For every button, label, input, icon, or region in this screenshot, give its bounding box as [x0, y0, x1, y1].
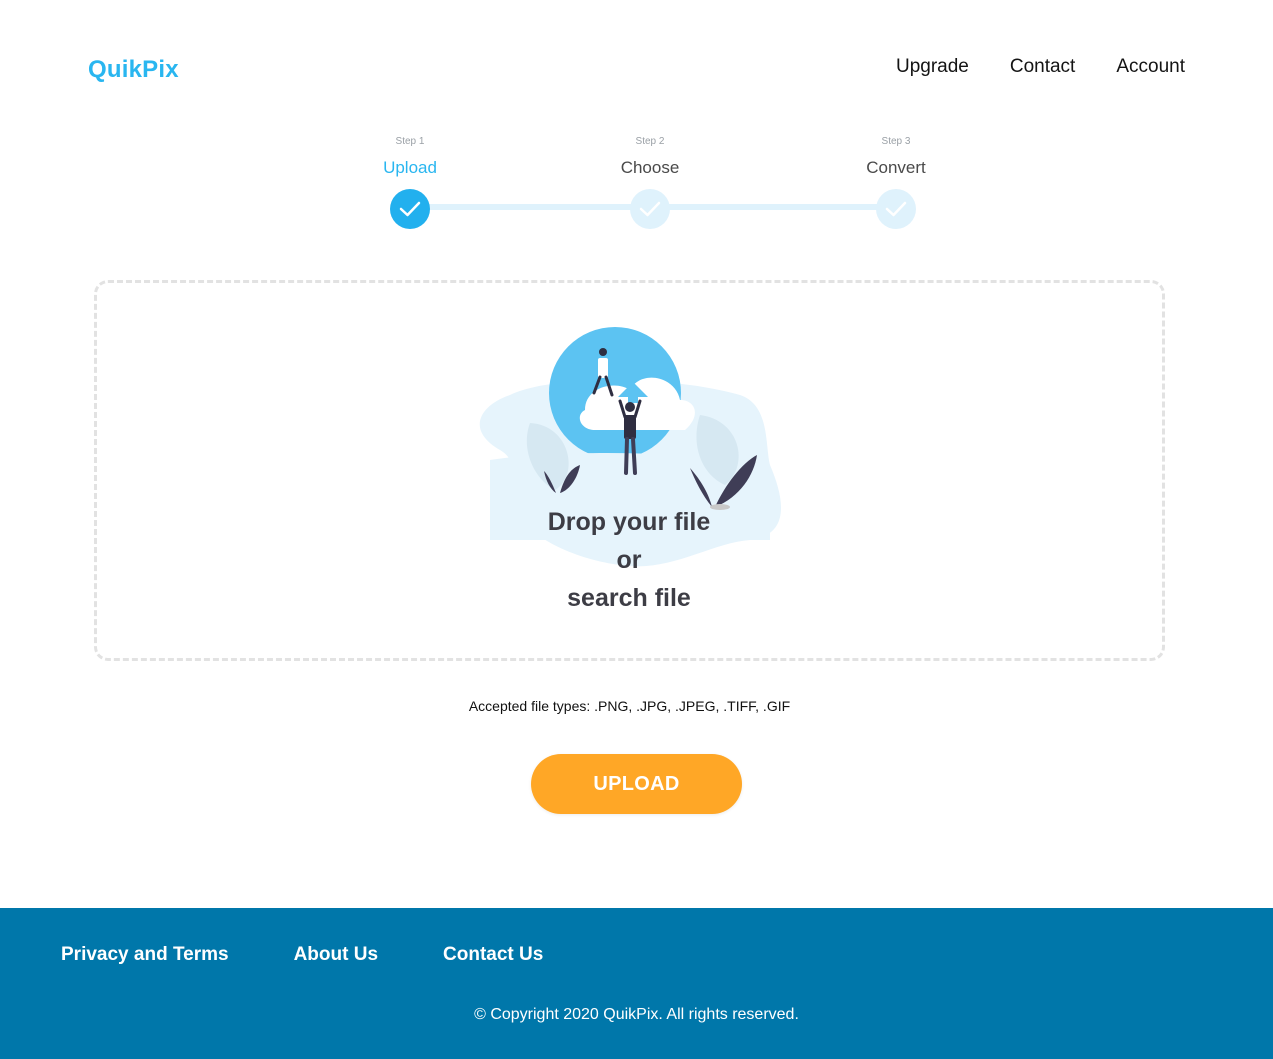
- drop-text-line: Drop your file: [547, 508, 711, 536]
- step-convert[interactable]: Step 3 Convert: [816, 136, 976, 229]
- step-title: Upload: [383, 158, 437, 177]
- nav-account-link[interactable]: Account: [1116, 56, 1185, 78]
- upload-button[interactable]: UPLOAD: [531, 754, 742, 814]
- check-icon: [885, 201, 907, 217]
- logo[interactable]: QuikPix: [88, 56, 179, 84]
- footer-about-link[interactable]: About Us: [294, 944, 378, 966]
- nav-contact-link[interactable]: Contact: [1010, 56, 1075, 78]
- step-upload[interactable]: Step 1 Upload: [330, 136, 490, 229]
- footer: Privacy and Terms About Us Contact Us © …: [0, 908, 1273, 1059]
- step-connector-1: [410, 204, 650, 210]
- footer-privacy-link[interactable]: Privacy and Terms: [61, 944, 229, 966]
- footer-contact-link[interactable]: Contact Us: [443, 944, 543, 966]
- footer-links: Privacy and Terms About Us Contact Us: [61, 944, 543, 966]
- progress-stepper: Step 1 Upload Step 2 Choose Step 3 Conve…: [330, 136, 980, 236]
- step-circle: [630, 189, 670, 229]
- step-connector-2: [650, 204, 896, 210]
- step-title: Choose: [620, 158, 680, 177]
- check-icon: [399, 201, 421, 217]
- step-circle: [390, 189, 430, 229]
- step-title: Convert: [866, 158, 926, 177]
- step-number: Step 3: [881, 136, 911, 147]
- step-circle: [876, 189, 916, 229]
- step-number: Step 2: [635, 136, 665, 147]
- copyright-text: © Copyright 2020 QuikPix. All rights res…: [474, 1006, 799, 1023]
- nav-upgrade-link[interactable]: Upgrade: [896, 56, 969, 78]
- top-nav: Upgrade Contact Account: [896, 56, 1185, 78]
- step-choose[interactable]: Step 2 Choose: [570, 136, 730, 229]
- search-file-link[interactable]: search file: [469, 579, 789, 617]
- dropzone-prompt[interactable]: Drop your file or search file: [469, 503, 789, 617]
- accepted-file-types: Accepted file types: .PNG, .JPG, .JPEG, …: [468, 698, 791, 714]
- step-number: Step 1: [395, 136, 425, 147]
- check-icon: [639, 201, 661, 217]
- drop-text-or: or: [616, 546, 642, 574]
